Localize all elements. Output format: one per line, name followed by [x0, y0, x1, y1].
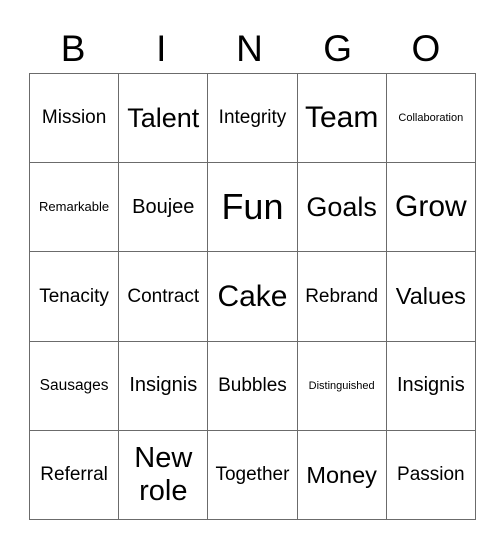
bingo-cell[interactable]: Bubbles: [207, 340, 298, 431]
bingo-cell[interactable]: Values: [385, 251, 476, 342]
bingo-cell[interactable]: Team: [296, 72, 387, 164]
header-letter-b: B: [60, 28, 86, 69]
bingo-cell[interactable]: Rebrand: [296, 251, 387, 342]
bingo-cell[interactable]: New role: [118, 429, 209, 520]
board-row-3: Tenacity Contract Cake Rebrand Values: [28, 251, 476, 342]
bingo-board: Mission Talent Integrity Team Collaborat…: [28, 72, 476, 520]
bingo-cell[interactable]: Boujee: [118, 162, 209, 253]
board-row-1: Mission Talent Integrity Team Collaborat…: [28, 72, 476, 164]
bingo-cell[interactable]: Referral: [28, 429, 120, 520]
board-row-5: Referral New role Together Money Passion: [28, 429, 476, 520]
bingo-cell[interactable]: Fun: [207, 162, 298, 253]
bingo-cell[interactable]: Insignis: [118, 340, 209, 431]
bingo-cell[interactable]: Insignis: [385, 340, 476, 431]
header-letter-g: G: [323, 28, 353, 69]
header-letter-o: O: [411, 28, 441, 69]
bingo-cell[interactable]: Cake: [207, 251, 298, 342]
bingo-cell[interactable]: Grow: [385, 162, 476, 253]
header-letter-n: N: [236, 28, 263, 69]
header-letter-i: I: [156, 28, 167, 69]
board-row-4: Sausages Insignis Bubbles Distinguished …: [28, 340, 476, 431]
bingo-cell[interactable]: Remarkable: [28, 162, 120, 253]
bingo-cell[interactable]: Talent: [118, 72, 209, 164]
bingo-cell[interactable]: Contract: [118, 251, 209, 342]
bingo-cell[interactable]: Passion: [385, 429, 476, 520]
bingo-cell[interactable]: Distinguished: [296, 340, 387, 431]
bingo-cell[interactable]: Together: [207, 429, 298, 520]
bingo-cell[interactable]: Collaboration: [385, 72, 476, 164]
bingo-cell[interactable]: Sausages: [28, 340, 120, 431]
bingo-cell[interactable]: Goals: [296, 162, 387, 253]
bingo-cell[interactable]: Tenacity: [28, 251, 120, 342]
board-row-2: Remarkable Boujee Fun Goals Grow: [28, 162, 476, 253]
bingo-cell[interactable]: Mission: [28, 72, 120, 164]
bingo-cell[interactable]: Money: [296, 429, 387, 520]
bingo-cell[interactable]: Integrity: [207, 72, 298, 164]
bingo-header: B I N G O: [29, 24, 470, 74]
